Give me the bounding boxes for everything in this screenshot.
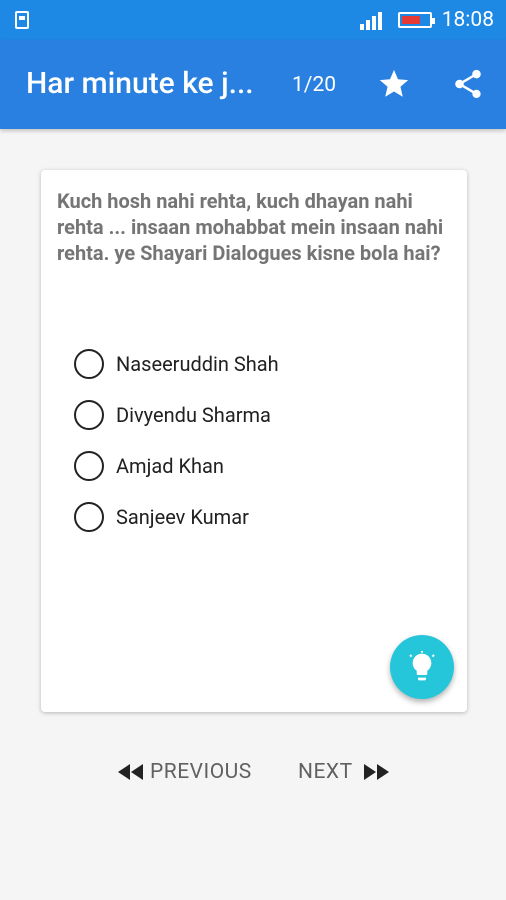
- question-text: Kuch hosh nahi rehta, kuch dhayan nahi r…: [57, 189, 444, 265]
- signal-icon: [359, 10, 388, 30]
- radio-button[interactable]: [74, 399, 104, 430]
- favorite-button[interactable]: [374, 64, 414, 104]
- option-item[interactable]: Naseeruddin Shah: [74, 338, 279, 389]
- next-button[interactable]: NEXT: [298, 760, 391, 784]
- option-item[interactable]: Sanjeev Kumar: [74, 491, 279, 542]
- question-card: Kuch hosh nahi rehta, kuch dhayan nahi r…: [41, 170, 467, 712]
- option-item[interactable]: Amjad Khan: [74, 440, 279, 491]
- battery-icon: [397, 12, 435, 28]
- question-navigation: PREVIOUS NEXT: [0, 760, 506, 790]
- options-list: Naseeruddin Shah Divyendu Sharma Amjad K…: [74, 338, 279, 542]
- hint-button[interactable]: [390, 635, 454, 699]
- option-label: Amjad Khan: [116, 453, 224, 478]
- page-title: Har minute ke j...: [26, 66, 254, 101]
- share-icon: [455, 69, 481, 99]
- previous-button[interactable]: PREVIOUS: [116, 760, 252, 784]
- status-bar: 18:08: [0, 0, 506, 40]
- status-time: 18:08: [441, 8, 494, 32]
- radio-button[interactable]: [74, 501, 104, 532]
- rewind-icon: [118, 764, 143, 780]
- previous-label: PREVIOUS: [150, 760, 252, 784]
- radio-button[interactable]: [74, 348, 104, 379]
- lightbulb-icon: [409, 651, 435, 681]
- fast-forward-icon: [363, 764, 389, 780]
- share-button[interactable]: [448, 64, 488, 104]
- option-label: Divyendu Sharma: [116, 402, 271, 427]
- question-counter: 1/20: [292, 73, 337, 97]
- option-label: Naseeruddin Shah: [116, 351, 279, 376]
- star-icon: [379, 69, 409, 97]
- next-label: NEXT: [298, 760, 353, 784]
- option-item[interactable]: Divyendu Sharma: [74, 389, 279, 440]
- option-label: Sanjeev Kumar: [116, 504, 249, 529]
- radio-button[interactable]: [74, 450, 104, 481]
- app-bar: Har minute ke j... 1/20: [0, 40, 506, 129]
- usb-icon: [12, 10, 32, 30]
